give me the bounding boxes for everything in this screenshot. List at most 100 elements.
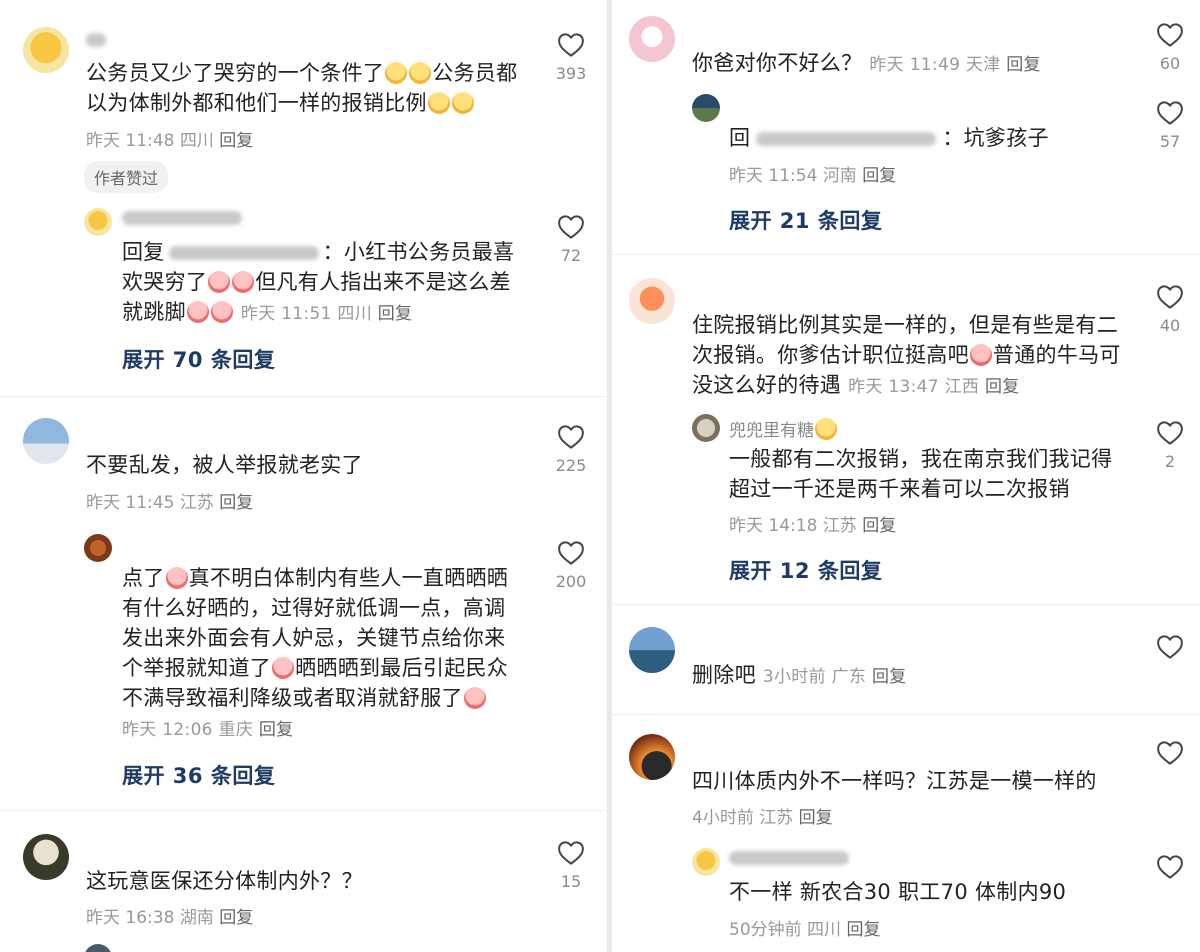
comment-meta: 昨天 11:48 四川 回复 [86, 131, 254, 151]
cry-emoji-icon [186, 301, 209, 323]
reply-button[interactable]: 回复 [219, 908, 253, 928]
username[interactable] [122, 208, 242, 228]
heart-icon [1155, 418, 1185, 448]
username[interactable] [729, 848, 849, 868]
reply-meta: 昨天 14:18 江苏 回复 [729, 516, 897, 536]
reply-button[interactable]: 回复 [219, 131, 253, 151]
like-button[interactable]: 60 [1150, 20, 1190, 73]
reply-text: 点了 真不明白体制内有些人一直晒晒晒有什么好晒的，过得好就低调一点，高调发出来外面… [122, 566, 509, 740]
comment-text: 你爸对你不好么？ 昨天 11:49 天津 回复 [692, 51, 1041, 75]
divider [0, 396, 607, 397]
like-button[interactable] [1150, 632, 1190, 662]
reply-button[interactable]: 回复 [846, 920, 880, 940]
cry-emoji-icon [463, 687, 486, 709]
like-count: 225 [555, 456, 587, 475]
like-count: 15 [560, 872, 582, 891]
reply-button[interactable]: 回复 [862, 516, 896, 536]
avatar[interactable] [23, 27, 69, 73]
avatar[interactable] [629, 278, 675, 324]
like-button[interactable]: 72 [551, 212, 591, 265]
comment-text: 四川体质内外不一样吗？江苏是一模一样的 [692, 769, 1097, 793]
avatar[interactable] [84, 208, 112, 236]
comment-text: 删除吧 3小时前 广东 回复 [692, 663, 907, 687]
divider [0, 810, 607, 811]
comment-text: 这玩意医保还分体制内外？？ [86, 869, 363, 893]
heart-icon [556, 212, 586, 242]
expand-replies-link[interactable]: 展开 36 条回复 [122, 760, 275, 790]
reply-meta: 昨天 11:54 河南 回复 [729, 166, 897, 186]
reply-meta: 50分钟前 四川 回复 [729, 920, 881, 940]
comment-meta: 昨天 11:45 江苏 回复 [86, 493, 254, 513]
cry-emoji-icon [969, 344, 992, 366]
like-count: 393 [555, 64, 587, 83]
divider [612, 714, 1200, 715]
like-count: 40 [1159, 316, 1181, 335]
comment-text: 不要乱发，被人举报就老实了 [86, 453, 363, 477]
avatar[interactable] [84, 944, 112, 952]
reply-button[interactable]: 回复 [259, 720, 294, 740]
like-button[interactable]: 225 [551, 422, 591, 475]
cry-emoji-icon [208, 271, 231, 293]
comment-meta: 昨天 13:47 江西 回复 [848, 377, 1020, 397]
avatar[interactable] [23, 418, 69, 464]
laugh-emoji-icon [409, 62, 432, 84]
comment-meta: 昨天 11:49 天津 回复 [869, 55, 1041, 75]
username[interactable] [86, 30, 106, 50]
reply-meta: 昨天 11:51 四川 回复 [240, 304, 413, 324]
avatar[interactable] [629, 16, 675, 62]
comment-meta: 3小时前 广东 回复 [762, 667, 907, 687]
comment-meta: 4小时前 江苏 回复 [692, 808, 833, 828]
reply-button[interactable]: 回复 [1006, 55, 1041, 75]
cry-emoji-icon [272, 657, 295, 679]
heart-icon [556, 538, 586, 568]
heart-icon [556, 838, 586, 868]
avatar[interactable] [84, 534, 112, 562]
laugh-emoji-icon [427, 92, 450, 114]
avatar[interactable] [692, 94, 720, 122]
like-button[interactable]: 40 [1150, 282, 1190, 335]
reply-text: 回：坑爹孩子 [729, 126, 1049, 150]
expand-replies-link[interactable]: 展开 12 条回复 [729, 555, 882, 585]
cry-emoji-icon [232, 271, 255, 293]
like-count: 57 [1159, 132, 1181, 151]
heart-icon [1155, 852, 1185, 882]
heart-icon [556, 30, 586, 60]
reply-button[interactable]: 回复 [799, 808, 833, 828]
like-button[interactable]: 57 [1150, 98, 1190, 151]
right-comment-panel: 你爸对你不好么？ 昨天 11:49 天津 回复 60 回：坑爹孩子 昨天 11:… [612, 0, 1200, 952]
like-button[interactable]: 200 [551, 538, 591, 591]
comment-meta: 昨天 16:38 湖南 回复 [86, 908, 254, 928]
like-button[interactable] [1150, 852, 1190, 882]
heart-icon [1155, 20, 1185, 50]
cry-emoji-icon [165, 567, 188, 589]
laugh-emoji-icon [385, 62, 408, 84]
heart-icon [556, 422, 586, 452]
like-button[interactable]: 15 [551, 838, 591, 891]
avatar[interactable] [629, 734, 675, 780]
like-button[interactable]: 2 [1150, 418, 1190, 471]
heart-icon [1155, 282, 1185, 312]
avatar[interactable] [692, 848, 720, 876]
author-liked-tag: 作者赞过 [84, 161, 169, 193]
avatar[interactable] [23, 834, 69, 880]
reply-button[interactable]: 回复 [985, 377, 1020, 397]
expand-replies-link[interactable]: 展开 21 条回复 [729, 205, 882, 235]
avatar[interactable] [692, 414, 720, 442]
reply-button[interactable]: 回复 [862, 166, 896, 186]
heart-icon [1155, 632, 1185, 662]
left-comment-panel: 公务员又少了哭穷的一个条件了 公务员都以为体制外都和他们一样的报销比例 昨天 11… [0, 0, 607, 952]
reply-text: 一般都有二次报销，我在南京我们我记得超过一千还是两千来着可以二次报销 [729, 447, 1113, 501]
reply-button[interactable]: 回复 [378, 304, 413, 324]
comment-text: 住院报销比例其实是一样的，但是有些是有二次报销。你爹估计职位挺高吧 普通的牛马可没… [692, 313, 1121, 397]
username[interactable]: 兜兜里有糖 [729, 416, 838, 441]
like-button[interactable]: 393 [551, 30, 591, 83]
reply-text: 回复 ：小红书公务员最喜欢哭穷了 但凡有人指出来不是这么差就跳脚 昨天 11:51 … [122, 240, 515, 324]
like-count: 200 [555, 572, 587, 591]
reply-button[interactable]: 回复 [872, 667, 907, 687]
divider [612, 604, 1200, 605]
expand-replies-link[interactable]: 展开 70 条回复 [122, 344, 275, 374]
avatar[interactable] [629, 627, 675, 673]
like-button[interactable] [1150, 738, 1190, 768]
reply-text: 不一样 新农合30 职工70 体制内90 [729, 880, 1067, 904]
reply-button[interactable]: 回复 [219, 493, 253, 513]
